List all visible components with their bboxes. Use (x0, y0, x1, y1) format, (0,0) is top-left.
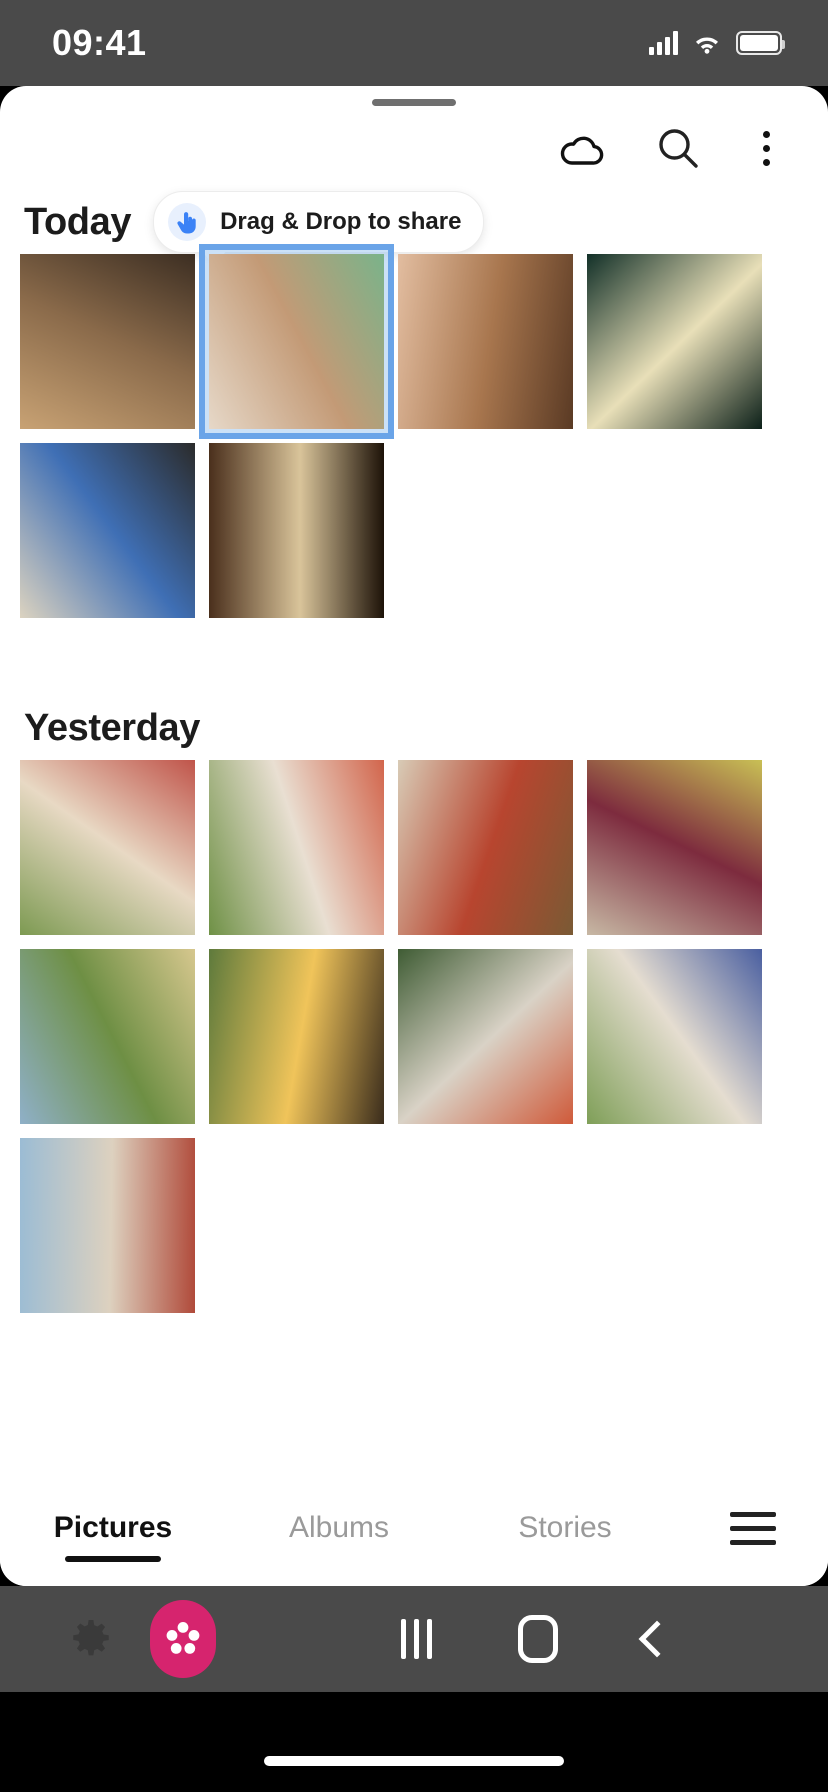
section-title: Today (24, 200, 132, 243)
photo-cell[interactable] (587, 760, 762, 935)
sheet-drag-handle[interactable] (372, 99, 456, 106)
photo-cell[interactable] (209, 760, 384, 935)
photo-cell[interactable] (587, 254, 762, 429)
photo-thumbnail (398, 760, 573, 935)
section-today: Today Drag & Drop to share (0, 190, 828, 618)
photo-cell[interactable] (20, 949, 195, 1124)
photo-thumbnail (398, 949, 573, 1124)
section-header-today: Today Drag & Drop to share (0, 190, 828, 267)
wifi-icon (692, 31, 722, 55)
tooltip-label: Drag & Drop to share (220, 208, 462, 235)
photo-grid-today (0, 244, 828, 618)
status-bar: 09:41 (0, 0, 828, 86)
recents-icon[interactable] (401, 1619, 432, 1659)
photo-thumbnail (587, 760, 762, 935)
gesture-area (0, 1692, 828, 1792)
section-title: Yesterday (24, 706, 200, 749)
tab-label: Albums (288, 1511, 390, 1544)
photos-app-sheet: Today Drag & Drop to share Yesterday Pic… (0, 86, 828, 1586)
android-nav-bar (0, 1586, 828, 1692)
hamburger-menu-icon[interactable] (678, 1511, 828, 1545)
photo-thumbnail (398, 254, 573, 429)
photo-cell[interactable] (209, 949, 384, 1124)
tab-stories[interactable]: Stories (452, 1470, 678, 1586)
nav-right-group (401, 1615, 828, 1663)
photo-thumbnail (20, 254, 195, 429)
drag-drop-tooltip[interactable]: Drag & Drop to share (153, 191, 485, 267)
photo-thumbnail (209, 443, 384, 618)
status-indicators (649, 31, 785, 55)
tab-pictures[interactable]: Pictures (0, 1470, 226, 1586)
gear-icon[interactable] (62, 1610, 120, 1668)
photo-cell[interactable] (209, 443, 384, 618)
tap-hand-icon (168, 203, 207, 241)
section-yesterday: Yesterday (0, 696, 828, 1313)
photo-cell-selected[interactable] (199, 244, 394, 439)
section-header-yesterday: Yesterday (0, 696, 828, 760)
photo-thumbnail (587, 254, 762, 429)
tab-albums[interactable]: Albums (226, 1470, 452, 1586)
signal-icon (649, 31, 678, 55)
nav-left-group (0, 1600, 216, 1678)
photo-thumbnail (20, 1138, 195, 1313)
flower-icon[interactable] (150, 1600, 216, 1678)
photo-cell[interactable] (398, 760, 573, 935)
photo-cell[interactable] (20, 1138, 195, 1313)
tab-label: Stories (518, 1511, 612, 1544)
photo-thumbnail (587, 949, 762, 1124)
photo-thumbnail (209, 760, 384, 935)
photo-thumbnail (209, 254, 384, 429)
photo-grid-yesterday (0, 760, 828, 1313)
tab-label: Pictures (53, 1511, 173, 1544)
search-icon[interactable] (653, 123, 703, 173)
photo-thumbnail (20, 760, 195, 935)
app-bar (0, 106, 828, 190)
overflow-menu-icon[interactable] (749, 125, 784, 172)
photo-cell[interactable] (20, 443, 195, 618)
cloud-icon[interactable] (557, 123, 607, 173)
home-icon[interactable] (518, 1615, 558, 1663)
photo-thumbnail (20, 443, 195, 618)
photo-thumbnail (20, 949, 195, 1124)
bottom-tab-bar: Pictures Albums Stories (0, 1470, 828, 1586)
status-time: 09:41 (52, 22, 147, 63)
photo-cell[interactable] (398, 254, 573, 429)
photo-cell[interactable] (587, 949, 762, 1124)
photo-cell[interactable] (20, 760, 195, 935)
photo-cell[interactable] (20, 254, 195, 429)
battery-icon (736, 31, 785, 55)
phone-screen: 09:41 Today Drag & Drop to share Yesterd… (0, 0, 828, 1792)
photo-cell[interactable] (398, 949, 573, 1124)
photo-thumbnail (209, 949, 384, 1124)
back-icon[interactable] (638, 1620, 676, 1658)
home-indicator[interactable] (264, 1756, 564, 1766)
